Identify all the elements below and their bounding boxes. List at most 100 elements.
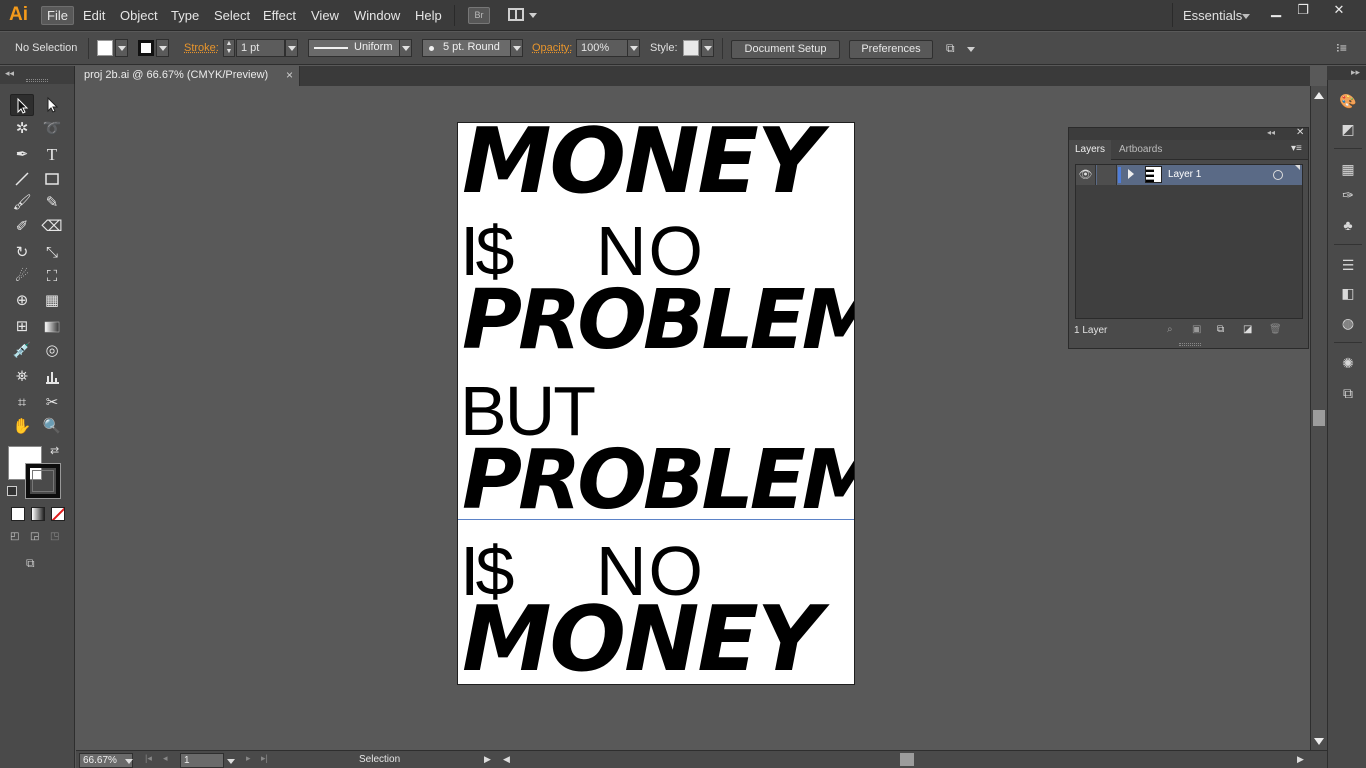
magic-wand-tool[interactable]: ✲: [10, 118, 34, 140]
horizontal-scroll-thumb[interactable]: [900, 753, 914, 766]
align-options-chevron-icon[interactable]: [967, 47, 975, 52]
draw-inside-icon[interactable]: ◳: [50, 531, 66, 545]
close-panel-icon[interactable]: ✕: [1296, 127, 1304, 138]
new-sublayer-icon[interactable]: ⧉: [1217, 324, 1224, 335]
layers-panel-titlebar[interactable]: ◂◂ ✕: [1069, 127, 1308, 140]
shape-builder-tool[interactable]: ⊕: [10, 290, 34, 312]
artboard-dropdown-icon[interactable]: [227, 759, 235, 764]
gradient-tool[interactable]: [40, 316, 64, 338]
blob-brush-tool[interactable]: ✐: [10, 216, 34, 238]
preferences-button[interactable]: Preferences: [849, 40, 933, 59]
art-text-problem-1[interactable]: PROBLEM: [462, 273, 854, 368]
hand-tool[interactable]: ✋: [10, 416, 34, 438]
eyedropper-tool[interactable]: 💉: [10, 340, 34, 362]
opacity-field[interactable]: 100%: [576, 39, 628, 57]
locate-object-icon[interactable]: ⌕: [1167, 324, 1173, 335]
paintbrush-tool[interactable]: 🖌: [10, 192, 34, 214]
visibility-eye-icon[interactable]: 👁: [1076, 165, 1096, 185]
profile-dropdown[interactable]: [399, 39, 412, 57]
layer-row[interactable]: 👁 ▬ ▬ ▬ Layer 1: [1076, 165, 1302, 185]
brush-dropdown[interactable]: [510, 39, 523, 57]
make-clipping-mask-icon[interactable]: ▣: [1192, 324, 1201, 335]
lasso-tool[interactable]: ➰: [40, 118, 64, 140]
first-artboard-icon[interactable]: |◂: [145, 753, 152, 764]
next-artboard-icon[interactable]: ▸: [246, 753, 251, 764]
opacity-dropdown[interactable]: [627, 39, 640, 57]
artboard-number-field[interactable]: 1: [180, 753, 224, 768]
type-tool[interactable]: T: [40, 144, 64, 166]
slice-tool[interactable]: ✂: [40, 392, 64, 414]
close-button[interactable]: ✕: [1327, 3, 1351, 19]
none-mode-button[interactable]: [51, 507, 65, 521]
stroke-weight-field[interactable]: 1 pt: [236, 39, 285, 57]
menu-window[interactable]: Window: [349, 6, 405, 25]
delete-layer-icon[interactable]: 🗑: [1269, 324, 1282, 335]
transparency-panel-icon[interactable]: ◍: [1338, 314, 1358, 332]
symbols-icon[interactable]: ♣: [1338, 216, 1358, 234]
art-text-money-top[interactable]: MONEY: [462, 123, 822, 214]
minimize-button[interactable]: ▁: [1264, 3, 1288, 19]
menu-object[interactable]: Object: [115, 6, 163, 25]
scroll-down-icon[interactable]: [1314, 738, 1324, 745]
menu-select[interactable]: Select: [209, 6, 255, 25]
column-graph-tool[interactable]: [40, 366, 64, 388]
menu-effect[interactable]: Effect: [258, 6, 301, 25]
direct-selection-tool[interactable]: [40, 94, 64, 116]
art-text-money-bottom[interactable]: MONEY: [462, 587, 822, 684]
panel-menu-icon[interactable]: ▾≡: [1291, 143, 1302, 154]
color-mode-button[interactable]: [11, 507, 25, 521]
mesh-tool[interactable]: ⊞: [10, 316, 34, 338]
style-dropdown[interactable]: [701, 39, 714, 57]
line-segment-tool[interactable]: [10, 168, 34, 190]
restore-button[interactable]: ❐: [1291, 3, 1315, 19]
fill-dropdown[interactable]: [115, 39, 128, 57]
graphic-style-swatch[interactable]: [683, 40, 699, 56]
collapse-panel-icon[interactable]: ◂◂: [1267, 128, 1275, 137]
artboard[interactable]: MONEY I$ NO PROBLEM BUT PROBLEM I$ NO MO…: [457, 122, 855, 685]
default-fill-stroke-icon[interactable]: [7, 486, 17, 496]
swap-fill-stroke-icon[interactable]: ⇄: [50, 444, 59, 457]
screen-mode-icon[interactable]: ⧉: [26, 556, 46, 570]
menu-view[interactable]: View: [306, 6, 344, 25]
pencil-tool[interactable]: ✎: [40, 192, 64, 214]
scroll-up-icon[interactable]: [1314, 92, 1324, 99]
scale-tool[interactable]: ⤡: [40, 242, 64, 264]
stroke-color-dropdown[interactable]: [156, 39, 169, 57]
appearance-panel-icon[interactable]: ✺: [1338, 354, 1358, 372]
workspace-chevron-icon[interactable]: [1242, 14, 1250, 19]
stroke-color-box[interactable]: [25, 463, 61, 499]
expand-dock-icon[interactable]: ▸▸: [1351, 67, 1360, 78]
scroll-left-icon[interactable]: ◀: [503, 754, 510, 765]
tab-layers[interactable]: Layers: [1069, 140, 1112, 160]
zoom-tool[interactable]: 🔍: [40, 416, 64, 438]
vertical-scroll-thumb[interactable]: [1313, 410, 1325, 426]
gradient-mode-button[interactable]: [31, 507, 45, 521]
art-text-problem-2[interactable]: PROBLEM: [462, 433, 854, 528]
eraser-tool[interactable]: ⌫: [40, 216, 64, 238]
blend-tool[interactable]: ◎: [40, 340, 64, 362]
rectangle-tool[interactable]: [40, 168, 64, 190]
document-setup-button[interactable]: Document Setup: [731, 40, 840, 59]
perspective-grid-tool[interactable]: ▦: [40, 290, 64, 312]
variable-width-profile[interactable]: Uniform: [308, 39, 400, 57]
menu-help[interactable]: Help: [410, 6, 447, 25]
selection-tool[interactable]: [10, 94, 34, 116]
free-transform-tool[interactable]: ⛶: [40, 266, 64, 288]
graphic-styles-icon[interactable]: ⧉: [1338, 384, 1358, 402]
stroke-weight-dropdown[interactable]: [285, 39, 298, 57]
brushes-icon[interactable]: ✑: [1338, 186, 1358, 204]
rotate-tool[interactable]: ↻: [10, 242, 34, 264]
panel-menu-icon[interactable]: ⁝≡: [1336, 41, 1347, 55]
status-menu-icon[interactable]: ▶: [484, 754, 491, 765]
scroll-right-icon[interactable]: ▶: [1297, 754, 1304, 765]
artboard-tool[interactable]: ⌗: [10, 392, 34, 414]
new-layer-icon[interactable]: ◪: [1243, 324, 1252, 335]
close-tab-icon[interactable]: ×: [286, 68, 293, 82]
last-artboard-icon[interactable]: ▸|: [261, 753, 268, 764]
expand-triangle-icon[interactable]: [1128, 169, 1134, 179]
workspace-switcher[interactable]: Essentials: [1183, 8, 1242, 23]
gradient-panel-icon[interactable]: ◧: [1338, 284, 1358, 302]
menu-file[interactable]: File: [41, 6, 74, 25]
menu-edit[interactable]: Edit: [78, 6, 110, 25]
fill-swatch[interactable]: [97, 40, 113, 56]
